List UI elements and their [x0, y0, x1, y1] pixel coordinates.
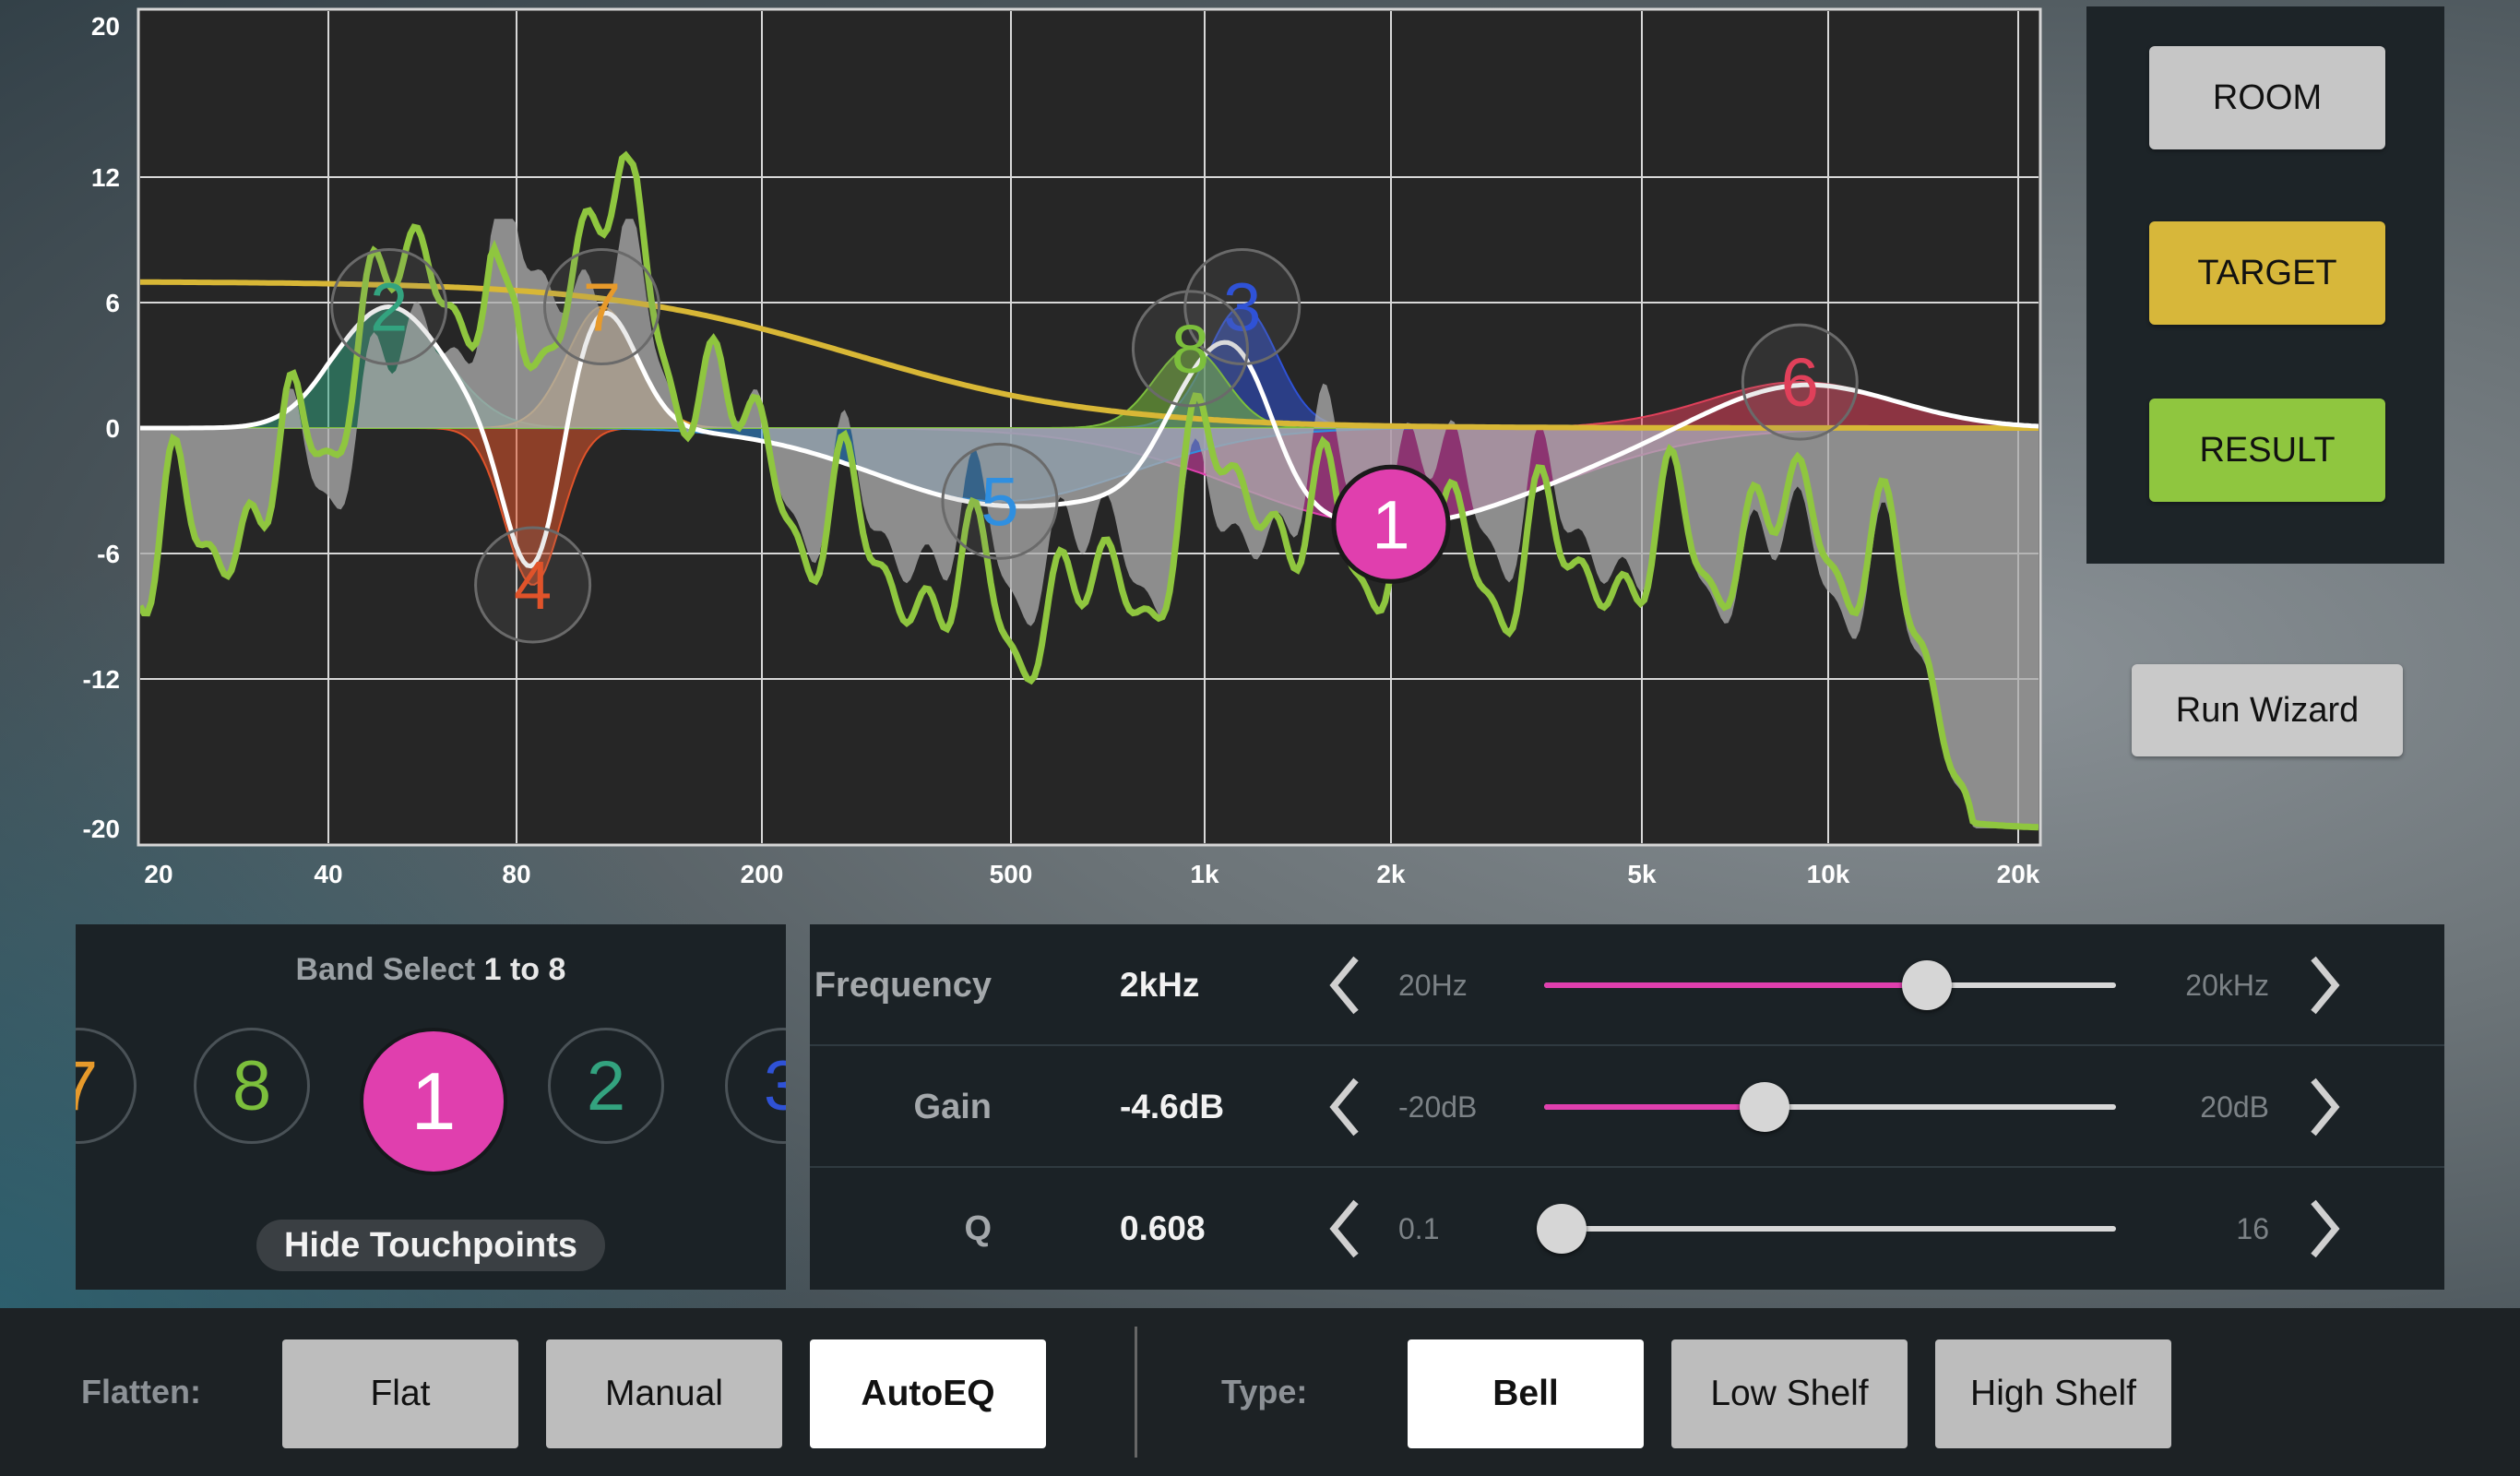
band-touchpoint-6[interactable]: 6 — [1741, 323, 1859, 441]
q-value: 0.608 — [1120, 1209, 1206, 1247]
low-shelf-button[interactable]: Low Shelf — [1671, 1339, 1908, 1448]
q-label: Q — [964, 1208, 992, 1248]
band-select-label: 1 — [410, 1055, 457, 1147]
band-select-label: 2 — [586, 1046, 626, 1125]
y-axis-ticks: 20 12 6 0 -6 -12 -20 — [83, 12, 120, 843]
frequency-value: 2kHz — [1120, 966, 1200, 1004]
frequency-slider[interactable] — [1544, 960, 2116, 1010]
band-touchpoint-4[interactable]: 4 — [474, 526, 592, 644]
gain-slider-thumb[interactable] — [1739, 1082, 1789, 1132]
band-select-panel: Band Select 1 to 8 7 8 1 2 3 Hide Touchpoint… — [76, 924, 786, 1290]
gain-slider[interactable] — [1544, 1082, 2116, 1132]
band-touchpoint-7[interactable]: 7 — [542, 248, 660, 366]
gain-label: Gain — [913, 1087, 992, 1126]
band-select-label: 8 — [232, 1046, 272, 1125]
flat-button[interactable]: Flat — [282, 1339, 518, 1448]
x-tick-label: 200 — [741, 860, 784, 888]
autoeq-button[interactable]: AutoEQ — [810, 1339, 1046, 1448]
toolbar-divider — [1135, 1327, 1137, 1458]
bottom-toolbar: Flatten: Flat Manual AutoEQ Type: Bell L… — [0, 1308, 2520, 1476]
x-tick-label: 10k — [1807, 860, 1850, 888]
touchpoint-label: 2 — [370, 269, 408, 346]
band-touchpoint-1[interactable]: 1 — [1331, 464, 1451, 584]
gain-min: -20dB — [1398, 1089, 1478, 1124]
hide-touchpoints-button[interactable]: Hide Touchpoints — [256, 1220, 605, 1271]
frequency-decrease-chevron-left-icon[interactable] — [1317, 954, 1373, 1017]
band-select-3[interactable]: 3 — [725, 1028, 786, 1144]
x-tick-label: 1k — [1190, 860, 1219, 888]
flatten-label: Flatten: — [81, 1373, 201, 1411]
manual-button[interactable]: Manual — [546, 1339, 782, 1448]
band-select-label: 7 — [76, 1046, 99, 1125]
x-tick-label: 40 — [314, 860, 342, 888]
gain-row: Gain -4.6dB -20dB 20dB — [810, 1046, 2444, 1168]
band-touchpoint-8[interactable]: 8 — [1131, 290, 1249, 408]
q-slider-thumb[interactable] — [1536, 1204, 1587, 1254]
high-shelf-button[interactable]: High Shelf — [1935, 1339, 2171, 1448]
x-tick-label: 2k — [1376, 860, 1406, 888]
x-tick-label: 20 — [144, 860, 172, 888]
touchpoint-label: 5 — [981, 463, 1018, 540]
run-wizard-button[interactable]: Run Wizard — [2132, 664, 2403, 756]
q-max: 16 — [2236, 1211, 2269, 1245]
q-slider[interactable] — [1536, 1204, 2116, 1254]
y-tick-label: -20 — [83, 815, 120, 843]
band-select-1[interactable]: 1 — [360, 1028, 507, 1175]
x-tick-label: 80 — [502, 860, 530, 888]
type-label: Type: — [1221, 1373, 1308, 1411]
touchpoint-label: 1 — [1372, 486, 1409, 563]
gain-increase-chevron-right-icon[interactable] — [2297, 1076, 2352, 1138]
band-select-label: 3 — [763, 1046, 786, 1125]
bell-button[interactable]: Bell — [1408, 1339, 1644, 1448]
band-select-2[interactable]: 2 — [548, 1028, 664, 1144]
band-select-title: Band Select 1 to 8 — [295, 952, 566, 987]
y-tick-label: -6 — [97, 540, 120, 568]
y-tick-label: 0 — [105, 414, 120, 443]
frequency-slider-thumb[interactable] — [1902, 960, 1953, 1010]
q-min: 0.1 — [1398, 1211, 1440, 1245]
band-parameters-panel: Frequency 2kHz 20Hz 20kHz Gain -4.6dB -2… — [810, 924, 2444, 1290]
y-tick-label: 6 — [105, 289, 120, 317]
x-axis-ticks: 20 40 80 200 500 1k 2k 5k 10k 20k — [144, 860, 2039, 888]
y-tick-label: -12 — [83, 665, 120, 694]
band-touchpoint-5[interactable]: 5 — [941, 442, 1059, 560]
band-select-7[interactable]: 7 — [76, 1028, 137, 1144]
y-tick-label: 12 — [91, 163, 120, 192]
gain-decrease-chevron-left-icon[interactable] — [1317, 1076, 1373, 1138]
touchpoint-label: 8 — [1171, 311, 1209, 387]
q-increase-chevron-right-icon[interactable] — [2297, 1197, 2352, 1260]
touchpoint-label: 4 — [514, 547, 552, 624]
room-button[interactable]: ROOM — [2149, 46, 2385, 149]
eq-graph[interactable]: 201260-6-12-20 20 40 80 200 500 1k 2k 5k 10k 20k … — [0, 0, 2085, 904]
gain-value: -4.6dB — [1120, 1088, 1225, 1125]
frequency-min: 20Hz — [1398, 968, 1468, 1002]
q-decrease-chevron-left-icon[interactable] — [1317, 1197, 1373, 1260]
y-tick-label: 20 — [91, 12, 120, 41]
x-tick-label: 20k — [1997, 860, 2040, 888]
touchpoint-label: 6 — [1781, 344, 1819, 421]
x-tick-label: 500 — [990, 860, 1033, 888]
frequency-increase-chevron-right-icon[interactable] — [2297, 954, 2352, 1017]
result-button[interactable]: RESULT — [2149, 399, 2385, 502]
target-button[interactable]: TARGET — [2149, 221, 2385, 325]
frequency-label: Frequency — [814, 965, 992, 1005]
band-touchpoint-2[interactable]: 2 — [330, 248, 448, 366]
gain-max: 20dB — [2200, 1089, 2269, 1124]
touchpoint-label: 7 — [583, 269, 621, 346]
x-tick-label: 5k — [1627, 860, 1657, 888]
q-row: Q 0.608 0.1 16 — [810, 1168, 2444, 1290]
frequency-row: Frequency 2kHz 20Hz 20kHz — [810, 924, 2444, 1046]
frequency-max: 20kHz — [2185, 968, 2269, 1002]
band-select-8[interactable]: 8 — [194, 1028, 310, 1144]
